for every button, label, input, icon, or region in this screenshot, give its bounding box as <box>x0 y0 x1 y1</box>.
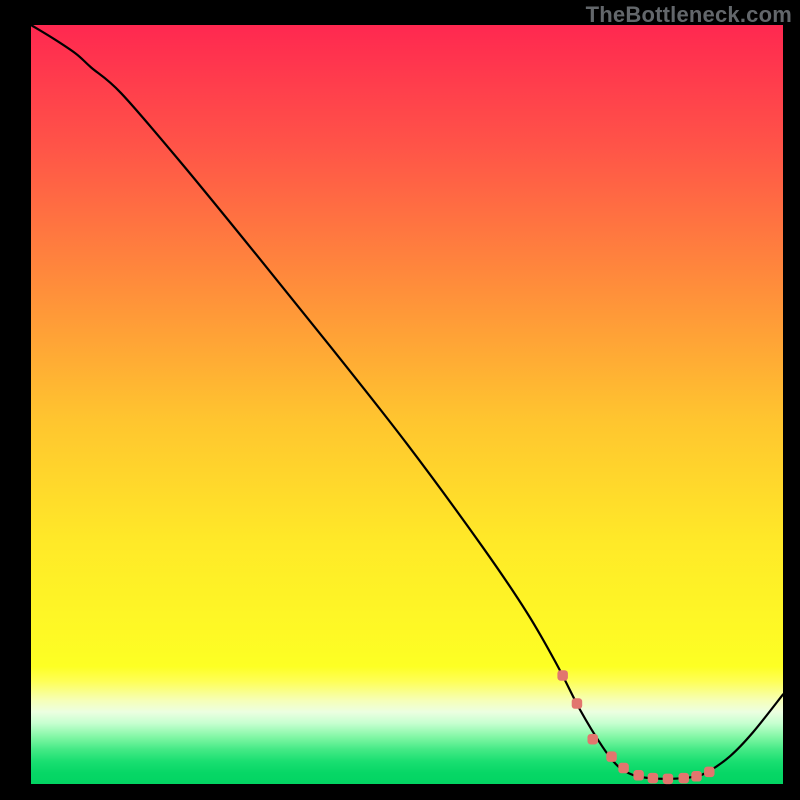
curve-marker <box>618 763 629 774</box>
curve-marker <box>557 670 568 681</box>
curve-marker <box>678 773 689 784</box>
curve-marker <box>606 751 617 762</box>
curve-marker <box>572 698 583 709</box>
curve-marker <box>704 767 715 778</box>
watermark-text: TheBottleneck.com <box>586 2 792 28</box>
chart-stage: TheBottleneck.com <box>0 0 800 800</box>
plot-background <box>31 25 783 784</box>
bottleneck-curve-chart <box>0 0 800 800</box>
curve-marker <box>587 734 598 745</box>
curve-marker <box>691 771 702 782</box>
curve-marker <box>633 770 644 781</box>
curve-marker <box>663 774 674 785</box>
curve-marker <box>648 773 659 784</box>
